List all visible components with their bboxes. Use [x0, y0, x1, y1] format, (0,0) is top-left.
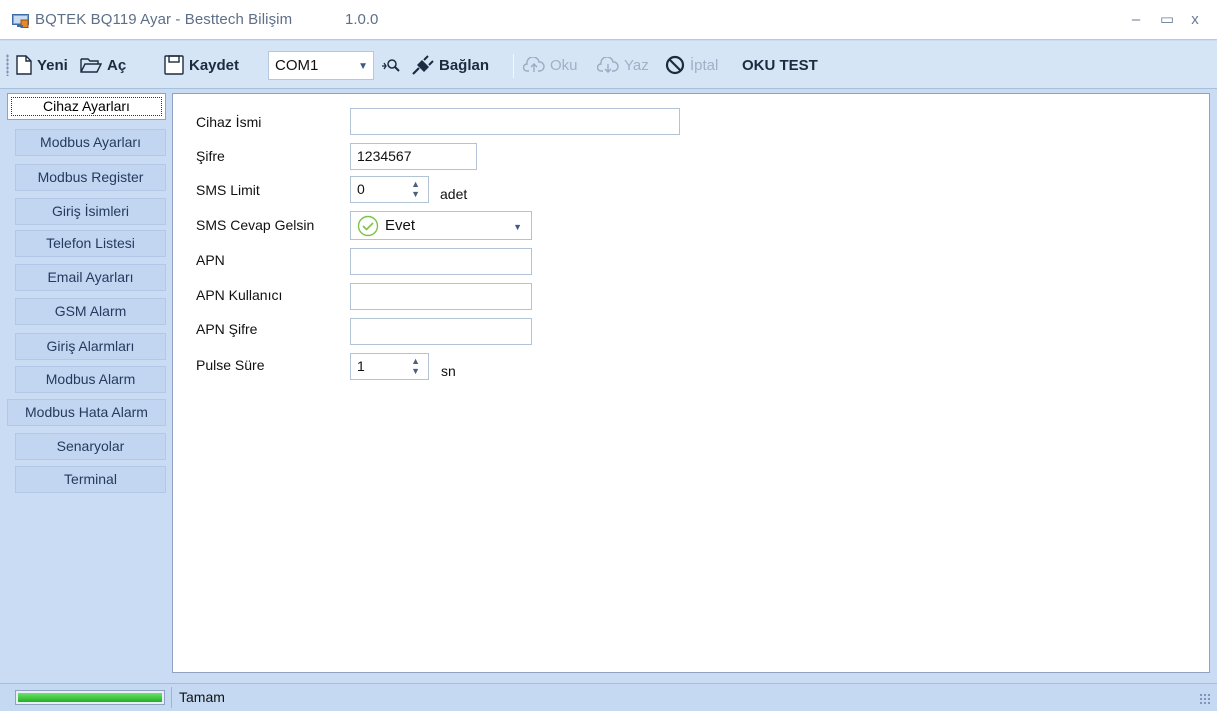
tab-label: Modbus Ayarları [40, 134, 141, 150]
sms-limit-label: SMS Limit [196, 182, 260, 198]
new-label: Yeni [37, 56, 68, 74]
toolbar: Yeni Aç Kaydet COM1 ▼ Bağlan Oku Yaz İpt… [0, 41, 1217, 89]
save-label: Kaydet [189, 56, 240, 74]
progress-fill [18, 693, 162, 702]
save-icon [164, 55, 184, 75]
app-icon [12, 14, 29, 28]
progress-bar [15, 690, 165, 705]
tab-modbus-hata-alarm[interactable]: Modbus Hata Alarm [7, 399, 166, 426]
read-label: Oku [550, 56, 578, 74]
apn-user-label: APN Kullanıcı [196, 287, 283, 303]
cancel-label: İptal [690, 56, 719, 74]
apn-password-label: APN Şifre [196, 321, 258, 337]
spin-arrows-icon[interactable]: ▲ ▼ [411, 356, 420, 376]
sms-reply-value: Evet [385, 217, 416, 234]
tab-modbus-alarm[interactable]: Modbus Alarm [15, 366, 166, 393]
com-port-value: COM1 [275, 57, 319, 74]
maximize-button[interactable]: ▭ [1156, 10, 1178, 30]
pulse-label: Pulse Süre [196, 357, 265, 373]
password-label: Şifre [196, 148, 225, 164]
open-button[interactable]: Aç [80, 52, 126, 78]
save-button[interactable]: Kaydet [164, 52, 239, 78]
chevron-down-icon: ▼ [513, 222, 522, 232]
device-name-label: Cihaz İsmi [196, 114, 262, 130]
write-label: Yaz [624, 56, 649, 74]
device-name-input[interactable] [350, 108, 680, 135]
spin-arrows-icon[interactable]: ▲ ▼ [411, 179, 420, 199]
sms-limit-stepper[interactable]: 0 ▲ ▼ [350, 176, 429, 203]
status-text: Tamam [179, 689, 225, 705]
read-button[interactable]: Oku [523, 52, 578, 78]
chevron-down-icon: ▼ [358, 61, 368, 72]
toolbar-separator [513, 54, 514, 78]
connect-button[interactable]: Bağlan [410, 52, 489, 78]
tab-senaryolar[interactable]: Senaryolar [15, 433, 166, 460]
apn-input[interactable] [350, 248, 532, 275]
close-button[interactable]: x [1184, 10, 1206, 30]
read-test-button[interactable]: OKU TEST [742, 52, 818, 78]
new-file-icon [16, 55, 32, 75]
toolbar-grip[interactable] [6, 54, 9, 76]
tab-label: GSM Alarm [54, 303, 127, 319]
app-version: 1.0.0 [345, 11, 379, 28]
tab-terminal[interactable]: Terminal [15, 466, 166, 493]
focus-rectangle [11, 97, 162, 116]
tab-modbus-register[interactable]: Modbus Register [15, 164, 166, 191]
tab-label: Modbus Alarm [45, 371, 136, 387]
tab-label: Modbus Register [37, 169, 144, 185]
password-input[interactable]: 1234567 [350, 143, 477, 170]
read-test-label: OKU TEST [742, 56, 818, 74]
search-port-button[interactable] [381, 52, 406, 78]
sms-limit-value: 0 [357, 181, 365, 197]
tab-label: Terminal [64, 471, 117, 487]
com-port-select[interactable]: COM1 ▼ [268, 51, 374, 80]
cloud-download-icon [597, 57, 619, 73]
connect-label: Bağlan [439, 56, 490, 74]
apn-user-input[interactable] [350, 283, 532, 310]
tab-label: Giriş İsimleri [52, 203, 129, 219]
window-title: BQTEK BQ119 Ayar - Besttech Bilişim [35, 11, 293, 28]
plug-icon [412, 55, 434, 75]
tab-giris-isimleri[interactable]: Giriş İsimleri [15, 198, 166, 225]
tab-label: Modbus Hata Alarm [25, 404, 148, 420]
minimize-button[interactable]: – [1125, 10, 1147, 30]
pulse-value: 1 [357, 358, 365, 374]
new-button[interactable]: Yeni [16, 52, 68, 78]
folder-icon [80, 58, 102, 73]
write-button[interactable]: Yaz [597, 52, 649, 78]
pulse-stepper[interactable]: 1 ▲ ▼ [350, 353, 429, 380]
sms-reply-select[interactable]: Evet ▼ [350, 211, 532, 240]
sms-limit-unit: adet [440, 186, 468, 202]
tab-cihaz-ayarlari[interactable]: Cihaz Ayarları [7, 93, 166, 120]
open-label: Aç [107, 56, 127, 74]
tab-email-ayarlari[interactable]: Email Ayarları [15, 264, 166, 291]
tab-giris-alarmlari[interactable]: Giriş Alarmları [15, 333, 166, 360]
settings-panel: Cihaz İsmi Şifre 1234567 SMS Limit 0 ▲ ▼ … [172, 93, 1210, 673]
tab-label: Giriş Alarmları [46, 338, 135, 354]
resize-grip-icon[interactable] [1199, 693, 1211, 705]
tab-label: Telefon Listesi [46, 235, 135, 251]
apn-label: APN [196, 252, 225, 268]
pulse-unit: sn [441, 363, 456, 379]
tab-label: Senaryolar [56, 438, 125, 454]
title-bar: BQTEK BQ119 Ayar - Besttech Bilişim 1.0.… [0, 0, 1217, 40]
cloud-upload-icon [523, 57, 545, 72]
port-search-icon [382, 59, 400, 72]
sms-reply-label: SMS Cevap Gelsin [196, 217, 315, 233]
tab-modbus-ayarlari[interactable]: Modbus Ayarları [15, 129, 166, 156]
apn-password-input[interactable] [350, 318, 532, 345]
status-bar: Tamam [0, 683, 1217, 711]
tab-telefon-listesi[interactable]: Telefon Listesi [15, 230, 166, 257]
tab-gsm-alarm[interactable]: GSM Alarm [15, 298, 166, 325]
cancel-icon [665, 55, 685, 75]
checkmark-circle-icon [357, 215, 379, 237]
cancel-button[interactable]: İptal [665, 52, 718, 78]
tab-label: Email Ayarları [47, 269, 134, 285]
status-separator [171, 687, 172, 708]
